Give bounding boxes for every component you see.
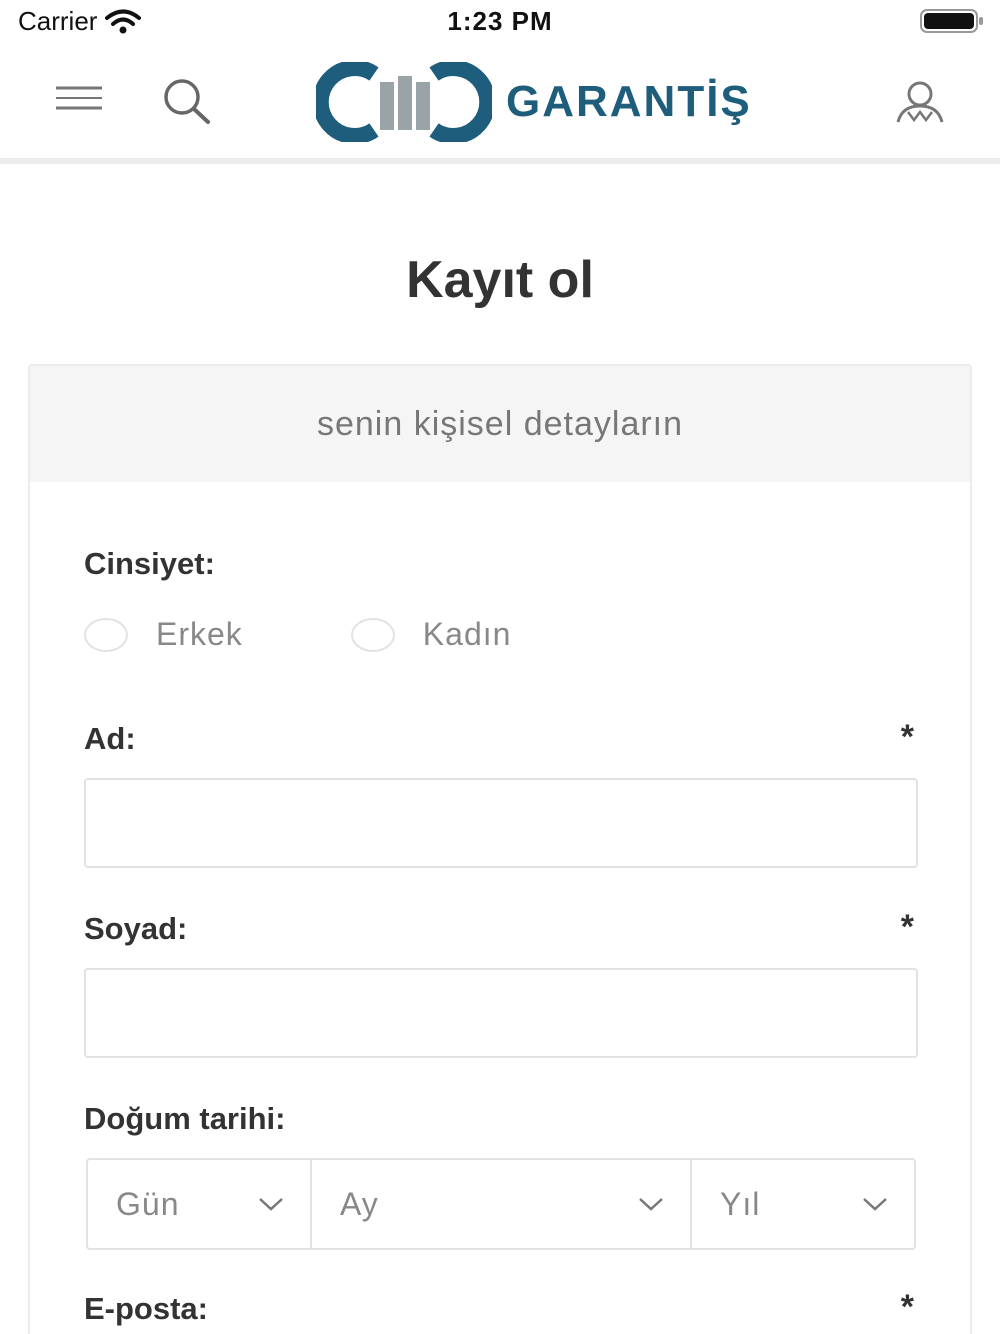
required-marker: *: [900, 908, 914, 946]
chevron-down-icon: [259, 1198, 283, 1211]
required-marker: *: [900, 718, 914, 756]
year-select-value: Yıl: [720, 1185, 761, 1222]
user-account-icon[interactable]: [894, 78, 946, 128]
last-name-label: Soyad:: [84, 911, 188, 946]
search-icon[interactable]: [160, 76, 214, 126]
gender-radio-group: Erkek Kadın: [84, 616, 619, 653]
month-select[interactable]: Ay: [310, 1160, 690, 1248]
last-name-input[interactable]: [84, 968, 918, 1058]
birth-date-selects: Gün Ay Yıl: [86, 1158, 916, 1250]
first-name-input[interactable]: [84, 778, 918, 868]
year-select[interactable]: Yıl: [690, 1160, 914, 1248]
radio-label-female: Kadın: [422, 616, 512, 652]
logo-mark-icon: [316, 62, 492, 142]
day-select-value: Gün: [116, 1185, 180, 1222]
email-label: E-posta:: [84, 1291, 208, 1326]
battery-icon: [920, 9, 983, 33]
month-select-value: Ay: [340, 1185, 379, 1222]
chevron-down-icon: [863, 1198, 887, 1211]
radio-button[interactable]: [84, 617, 128, 652]
brand-logo[interactable]: GARANTİŞ: [316, 62, 796, 142]
clock: 1:23 PM: [447, 6, 553, 36]
gender-option-male[interactable]: Erkek: [84, 616, 243, 653]
birth-date-label: Doğum tarihi:: [84, 1101, 286, 1136]
radio-label-male: Erkek: [156, 616, 243, 652]
status-bar: Carrier 1:23 PM: [0, 0, 1000, 44]
required-marker: *: [900, 1288, 914, 1326]
page-title: Kayıt ol: [406, 251, 594, 309]
site-header: GARANTİŞ: [0, 44, 1000, 164]
section-header: senin kişisel detayların: [30, 366, 970, 482]
radio-button[interactable]: [350, 617, 395, 652]
hamburger-menu-icon[interactable]: [50, 80, 108, 120]
registration-form: senin kişisel detayların Cinsiyet: Erkek…: [28, 364, 972, 1334]
gender-label: Cinsiyet:: [84, 546, 215, 581]
first-name-label: Ad:: [84, 721, 136, 756]
day-select[interactable]: Gün: [88, 1160, 310, 1248]
section-title: senin kişisel detayların: [316, 404, 684, 443]
gender-option-female[interactable]: Kadın: [350, 616, 512, 653]
brand-name: GARANTİŞ: [506, 77, 752, 126]
chevron-down-icon: [639, 1198, 663, 1211]
